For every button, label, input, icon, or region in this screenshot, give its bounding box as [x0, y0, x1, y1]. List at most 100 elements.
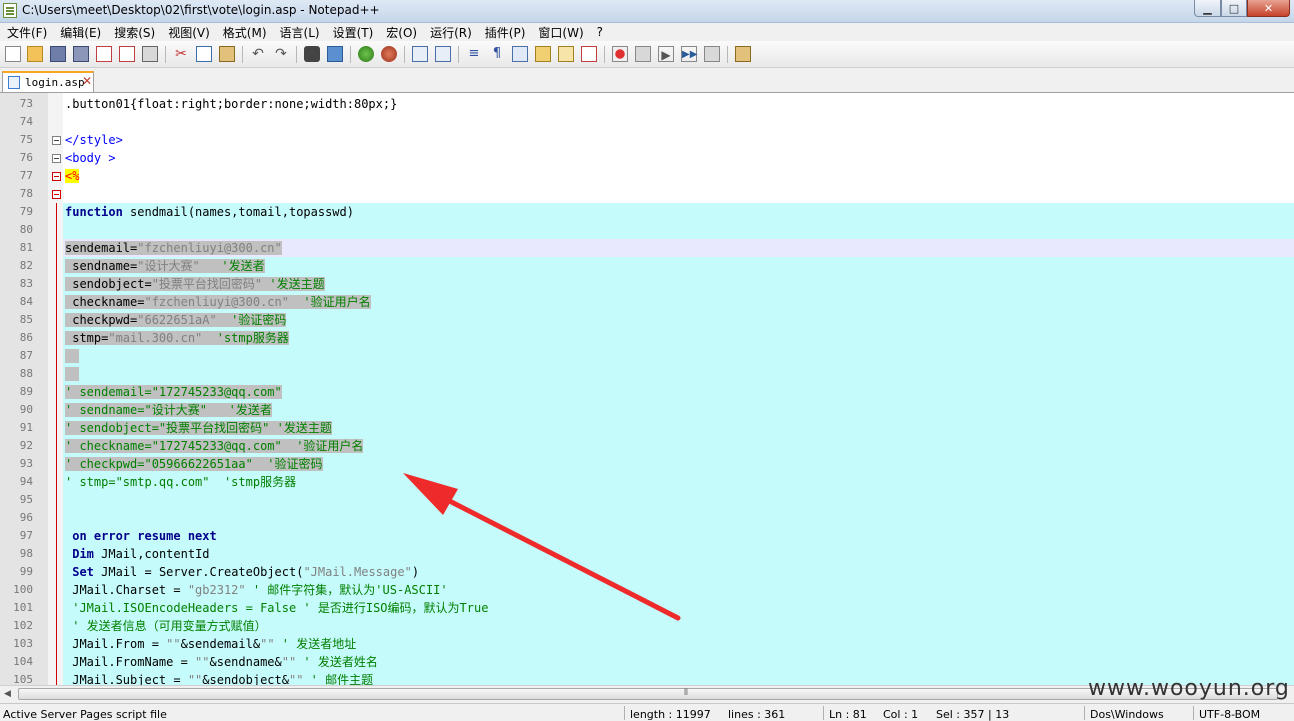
scroll-left-icon[interactable]: ◀: [4, 689, 11, 699]
code-line[interactable]: 81 sendemail="fzchenliuyi@300.cn": [0, 239, 1294, 257]
code-line[interactable]: 91 ' sendobject="投票平台找回密码" '发送主题: [0, 419, 1294, 437]
sync-vertical-icon[interactable]: [412, 46, 428, 62]
menu-language[interactable]: 语言(L): [273, 24, 326, 41]
record-macro-icon[interactable]: [612, 46, 628, 62]
code-line[interactable]: 102 ' 发送者信息（可用变量方式赋值）: [0, 617, 1294, 635]
code-line[interactable]: 87: [0, 347, 1294, 365]
cut-icon[interactable]: ✂: [173, 46, 189, 62]
status-eol[interactable]: Dos\Windows: [1090, 708, 1164, 721]
close-file-icon[interactable]: [96, 46, 112, 62]
menu-plugins[interactable]: 插件(P): [478, 24, 532, 41]
zoom-in-icon[interactable]: [358, 46, 374, 62]
find-icon[interactable]: [304, 46, 320, 62]
menu-format[interactable]: 格式(M): [216, 24, 273, 41]
menu-settings[interactable]: 设置(T): [326, 24, 380, 41]
minimize-button[interactable]: ▁: [1194, 0, 1221, 17]
code-line[interactable]: 76 <body >: [0, 149, 1294, 167]
code-line[interactable]: 82 sendname="设计大赛" '发送者: [0, 257, 1294, 275]
code-line[interactable]: 79 function sendmail(names,tomail,topassw…: [0, 203, 1294, 221]
code-line[interactable]: 74: [0, 113, 1294, 131]
code-line[interactable]: 88: [0, 365, 1294, 383]
code-line[interactable]: 100 JMail.Charset = "gb2312" ' 邮件字符集，默认为…: [0, 581, 1294, 599]
show-all-chars-icon[interactable]: ¶: [489, 46, 505, 62]
new-file-icon[interactable]: [5, 46, 21, 62]
code-line[interactable]: 75 </style>: [0, 131, 1294, 149]
maximize-button[interactable]: □: [1221, 0, 1247, 17]
tab-login-asp[interactable]: login.asp ✕: [2, 71, 94, 92]
sync-horizontal-icon[interactable]: [435, 46, 451, 62]
close-all-icon[interactable]: [119, 46, 135, 62]
code-line[interactable]: 93 ' checkpwd="05966622651aa" '验证密码: [0, 455, 1294, 473]
code-line[interactable]: 83 sendobject="投票平台找回密码" '发送主题: [0, 275, 1294, 293]
code-line[interactable]: 80: [0, 221, 1294, 239]
code-line[interactable]: 73 .button01{float:right;border:none;widt…: [0, 95, 1294, 113]
code-token: "gb2312": [187, 583, 246, 597]
menu-edit[interactable]: 编辑(E): [53, 24, 107, 41]
run-multiple-icon[interactable]: ▶▶: [681, 46, 697, 62]
word-wrap-icon[interactable]: ≡: [466, 46, 482, 62]
stop-macro-icon[interactable]: [635, 46, 651, 62]
code-line[interactable]: 84 checkname="fzchenliuyi@300.cn" '验证用户名: [0, 293, 1294, 311]
code-line[interactable]: 90 ' sendname="设计大赛" '发送者: [0, 401, 1294, 419]
save-macro-icon[interactable]: [704, 46, 720, 62]
editor[interactable]: 73 .button01{float:right;border:none;widt…: [0, 93, 1294, 685]
code-line[interactable]: 96: [0, 509, 1294, 527]
code-line[interactable]: 94 ' stmp="smtp.qq.com" 'stmp服务器: [0, 473, 1294, 491]
code-line[interactable]: 89 ' sendemail="172745233@qq.com": [0, 383, 1294, 401]
user-lang-icon[interactable]: [535, 46, 551, 62]
indent-guide-icon[interactable]: [512, 46, 528, 62]
run-icon[interactable]: [735, 46, 751, 62]
copy-icon[interactable]: [196, 46, 212, 62]
code-token: JMail = Server.CreateObject(: [93, 565, 304, 579]
play-macro-icon[interactable]: ▶: [658, 46, 674, 62]
open-file-icon[interactable]: [27, 46, 43, 62]
paste-icon[interactable]: [219, 46, 235, 62]
fold-guide-line: [56, 203, 57, 685]
code-line[interactable]: 99 Set JMail = Server.CreateObject("JMai…: [0, 563, 1294, 581]
code-text: checkpwd="6622651aA" '验证密码: [65, 311, 287, 329]
menu-file[interactable]: 文件(F): [0, 24, 53, 41]
code-line[interactable]: 101 'JMail.ISOEncodeHeaders = False ' 是否…: [0, 599, 1294, 617]
line-number: 73: [19, 97, 33, 110]
code-line[interactable]: 85 checkpwd="6622651aA" '验证密码: [0, 311, 1294, 329]
code-token: "": [288, 673, 304, 685]
replace-icon[interactable]: [327, 46, 343, 62]
close-button[interactable]: ✕: [1247, 0, 1290, 17]
code-token: ' 邮件字符集，默认为'US-ASCII': [245, 583, 448, 597]
code-line[interactable]: 78: [0, 185, 1294, 203]
fold-marker-icon[interactable]: [52, 190, 61, 199]
redo-icon[interactable]: ↷: [273, 46, 289, 62]
menu-search[interactable]: 搜索(S): [107, 24, 161, 41]
code-line[interactable]: 103 JMail.From = ""&sendemail&"" ' 发送者地址: [0, 635, 1294, 653]
line-number: 96: [19, 511, 33, 524]
function-list-icon[interactable]: [581, 46, 597, 62]
zoom-out-icon[interactable]: [381, 46, 397, 62]
code-line[interactable]: 95: [0, 491, 1294, 509]
code-line[interactable]: 86 stmp="mail.300.cn" 'stmp服务器: [0, 329, 1294, 347]
undo-icon[interactable]: ↶: [250, 46, 266, 62]
menu-run[interactable]: 运行(R): [423, 24, 478, 41]
line-number: 79: [19, 205, 33, 218]
fold-marker-icon[interactable]: [52, 136, 61, 145]
code-line[interactable]: 77 <%: [0, 167, 1294, 185]
print-icon[interactable]: [142, 46, 158, 62]
code-line[interactable]: 97 on error resume next: [0, 527, 1294, 545]
menu-window[interactable]: 窗口(W): [531, 24, 589, 41]
toolbar-separator: [296, 46, 297, 63]
tab-close-icon[interactable]: ✕: [82, 74, 92, 88]
doc-map-icon[interactable]: [558, 46, 574, 62]
status-encoding[interactable]: UTF-8-BOM: [1199, 708, 1260, 721]
save-icon[interactable]: [50, 46, 66, 62]
menu-macro[interactable]: 宏(O): [379, 24, 423, 41]
code-line[interactable]: 92 ' checkname="172745233@qq.com" '验证用户名: [0, 437, 1294, 455]
fold-marker-icon[interactable]: [52, 154, 61, 163]
save-all-icon[interactable]: [73, 46, 89, 62]
menu-view[interactable]: 视图(V): [161, 24, 216, 41]
line-number: 91: [19, 421, 33, 434]
fold-marker-icon[interactable]: [52, 172, 61, 181]
code-line[interactable]: 98 Dim JMail,contentId: [0, 545, 1294, 563]
code-line[interactable]: 104 JMail.FromName = ""&sendname&"" ' 发送…: [0, 653, 1294, 671]
status-separator: [1193, 706, 1194, 720]
line-number: 78: [19, 187, 33, 200]
menu-help[interactable]: ?: [590, 25, 609, 39]
